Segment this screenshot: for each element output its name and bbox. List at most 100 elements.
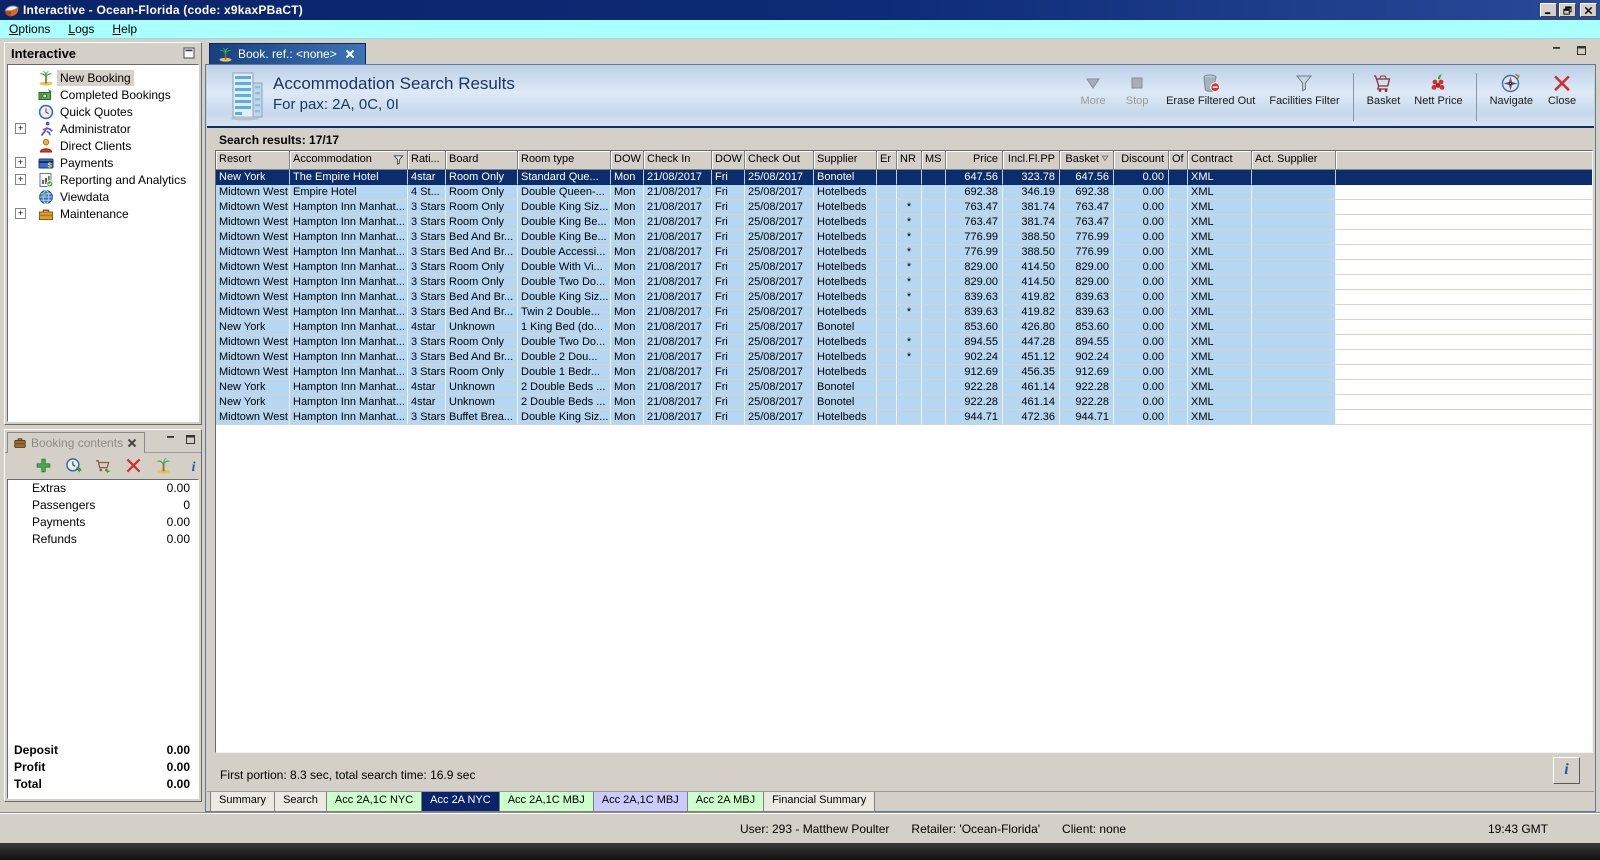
sidebar-item-new-booking[interactable]: New Booking bbox=[8, 69, 198, 86]
table-row[interactable]: New York Hampton Inn Manhat... 4star Unknow… bbox=[216, 380, 1592, 395]
bc-row-value: 0 bbox=[183, 498, 190, 512]
restore-button[interactable] bbox=[1559, 3, 1576, 17]
tab-summary[interactable]: Summary bbox=[210, 792, 276, 812]
table-cell bbox=[877, 230, 897, 245]
tab-acc-2a-mbj[interactable]: Acc 2A MBJ bbox=[686, 792, 765, 812]
expand-icon[interactable]: + bbox=[15, 157, 26, 168]
erase-filtered-out-button[interactable]: Erase Filtered Out bbox=[1159, 71, 1262, 107]
column-header-supplier[interactable]: Supplier bbox=[814, 151, 877, 170]
close-tab-icon[interactable] bbox=[345, 48, 357, 60]
column-header-rati[interactable]: Rati... bbox=[408, 151, 446, 170]
tab-acc-2a-1c-mbj[interactable]: Acc 2A,1C MBJ bbox=[592, 792, 688, 812]
navigate-button[interactable]: Navigate bbox=[1483, 71, 1540, 107]
column-header-dow[interactable]: DOW bbox=[712, 151, 745, 170]
panel-collapse-icon[interactable] bbox=[181, 46, 197, 60]
table-row[interactable]: Midtown West Hampton Inn Manhat... 3 Stars… bbox=[216, 275, 1592, 290]
refresh-clock-icon[interactable] bbox=[65, 457, 82, 474]
close-button[interactable]: Close bbox=[1540, 71, 1584, 107]
info-icon[interactable]: i bbox=[185, 457, 202, 474]
column-header-act-supplier[interactable]: Act. Supplier bbox=[1252, 151, 1336, 170]
sidebar-item-maintenance[interactable]: + Maintenance bbox=[8, 205, 198, 222]
island-icon[interactable] bbox=[155, 457, 172, 474]
menu-item-logs[interactable]: Logs bbox=[59, 21, 103, 37]
table-cell: 0.00 bbox=[1114, 230, 1169, 245]
column-header-accommodation[interactable]: Accommodation bbox=[290, 151, 408, 170]
table-row[interactable]: New York Hampton Inn Manhat... 4star Unknow… bbox=[216, 395, 1592, 410]
table-row[interactable]: Midtown West Hampton Inn Manhat... 3 Stars… bbox=[216, 245, 1592, 260]
table-cell: Room Only bbox=[446, 335, 518, 350]
info-button[interactable]: i bbox=[1553, 757, 1580, 784]
table-row[interactable]: Midtown West Hampton Inn Manhat... 3 Stars… bbox=[216, 305, 1592, 320]
table-row[interactable]: New York The Empire Hotel 4star Room Only St… bbox=[216, 170, 1592, 185]
column-header-ms[interactable]: MS bbox=[922, 151, 946, 170]
table-row[interactable]: Midtown West Hampton Inn Manhat... 3 Stars… bbox=[216, 200, 1592, 215]
table-row[interactable]: Midtown West Hampton Inn Manhat... 3 Stars… bbox=[216, 215, 1592, 230]
table-cell-filler bbox=[1336, 305, 1592, 320]
table-cell: Mon bbox=[611, 410, 644, 425]
sidebar-item-viewdata[interactable]: Viewdata bbox=[8, 188, 198, 205]
panel-maximize-icon[interactable] bbox=[1574, 44, 1588, 57]
sidebar-item-administrator[interactable]: + Administrator bbox=[8, 120, 198, 137]
sidebar-item-quick-quotes[interactable]: Quick Quotes bbox=[8, 103, 198, 120]
table-cell: Double Two Do... bbox=[518, 275, 611, 290]
panel-minimize-icon[interactable] bbox=[165, 433, 178, 445]
minimize-button[interactable] bbox=[1540, 3, 1557, 17]
sidebar-item-direct-clients[interactable]: Direct Clients bbox=[8, 137, 198, 154]
column-header-dow[interactable]: DOW bbox=[611, 151, 644, 170]
panel-minimize-icon[interactable] bbox=[1550, 44, 1564, 57]
table-row[interactable]: Midtown West Hampton Inn Manhat... 3 Stars… bbox=[216, 335, 1592, 350]
tab-acc-2a-1c-mbj[interactable]: Acc 2A,1C MBJ bbox=[498, 792, 594, 812]
column-header-er[interactable]: Er bbox=[877, 151, 897, 170]
column-header-board[interactable]: Board bbox=[446, 151, 518, 170]
person-icon bbox=[38, 138, 54, 154]
nett-price-button[interactable]: Nett Price bbox=[1407, 71, 1469, 107]
column-header-incl-fl-pp[interactable]: Incl.Fl.PP bbox=[1003, 151, 1060, 170]
table-row[interactable]: Midtown West Hampton Inn Manhat... 3 Stars… bbox=[216, 365, 1592, 380]
column-header-resort[interactable]: Resort bbox=[216, 151, 290, 170]
facilities-filter-button[interactable]: Facilities Filter bbox=[1262, 71, 1346, 107]
column-header-room-type[interactable]: Room type bbox=[518, 151, 611, 170]
close-window-button[interactable] bbox=[1580, 3, 1597, 17]
table-row[interactable]: Midtown West Hampton Inn Manhat... 3 Stars… bbox=[216, 410, 1592, 425]
column-header-basket[interactable]: Basket bbox=[1060, 151, 1114, 170]
table-row[interactable]: New York Hampton Inn Manhat... 4star Unknow… bbox=[216, 320, 1592, 335]
column-header-price[interactable]: Price bbox=[946, 151, 1003, 170]
table-row[interactable]: Midtown West Hampton Inn Manhat... 3 Stars… bbox=[216, 260, 1592, 275]
add-icon[interactable] bbox=[35, 457, 52, 474]
table-cell-filler bbox=[1336, 200, 1592, 215]
expand-icon[interactable]: + bbox=[15, 208, 26, 219]
table-row[interactable]: Midtown West Hampton Inn Manhat... 3 Stars… bbox=[216, 230, 1592, 245]
column-header-of[interactable]: Of bbox=[1169, 151, 1188, 170]
tab-acc-2a-1c-nyc[interactable]: Acc 2A,1C NYC bbox=[325, 792, 423, 812]
booking-ref-tab[interactable]: Book. ref.: <none> bbox=[209, 43, 366, 64]
expand-icon[interactable]: + bbox=[15, 123, 26, 134]
close-tab-icon[interactable] bbox=[127, 437, 139, 449]
basket-button[interactable]: Basket bbox=[1360, 71, 1408, 107]
filter-funnel-icon[interactable] bbox=[393, 154, 404, 165]
tab-acc-2a-nyc[interactable]: Acc 2A NYC bbox=[421, 792, 500, 812]
menu-item-help[interactable]: Help bbox=[103, 21, 146, 37]
expand-icon[interactable]: + bbox=[15, 174, 26, 185]
stop-button[interactable]: Stop bbox=[1115, 71, 1159, 107]
more-button[interactable]: More bbox=[1071, 71, 1115, 107]
column-header-check-in[interactable]: Check In bbox=[644, 151, 712, 170]
menu-item-options[interactable]: Options bbox=[0, 21, 59, 37]
column-header-contract[interactable]: Contract bbox=[1188, 151, 1252, 170]
delete-icon[interactable] bbox=[125, 457, 142, 474]
table-cell: Hampton Inn Manhat... bbox=[290, 350, 408, 365]
sidebar-item-reporting-and-analytics[interactable]: + Reporting and Analytics bbox=[8, 171, 198, 188]
sidebar-item-payments[interactable]: + $ Payments bbox=[8, 154, 198, 171]
table-row[interactable]: Midtown West Hampton Inn Manhat... 3 Stars… bbox=[216, 350, 1592, 365]
table-row[interactable]: Midtown West Empire Hotel 4 St... Room Only… bbox=[216, 185, 1592, 200]
panel-maximize-icon[interactable] bbox=[184, 433, 197, 445]
cart-go-icon[interactable] bbox=[95, 457, 112, 474]
column-header-label: Er bbox=[880, 153, 891, 165]
column-header-nr[interactable]: NR bbox=[897, 151, 922, 170]
column-header-discount[interactable]: Discount bbox=[1114, 151, 1169, 170]
tab-financial-summary[interactable]: Financial Summary bbox=[763, 792, 876, 812]
tab-search[interactable]: Search bbox=[274, 792, 327, 812]
table-row[interactable]: Midtown West Hampton Inn Manhat... 3 Stars… bbox=[216, 290, 1592, 305]
booking-contents-tab[interactable]: Booking contents bbox=[7, 432, 146, 453]
sidebar-item-completed-bookings[interactable]: Completed Bookings bbox=[8, 86, 198, 103]
column-header-check-out[interactable]: Check Out bbox=[745, 151, 814, 170]
